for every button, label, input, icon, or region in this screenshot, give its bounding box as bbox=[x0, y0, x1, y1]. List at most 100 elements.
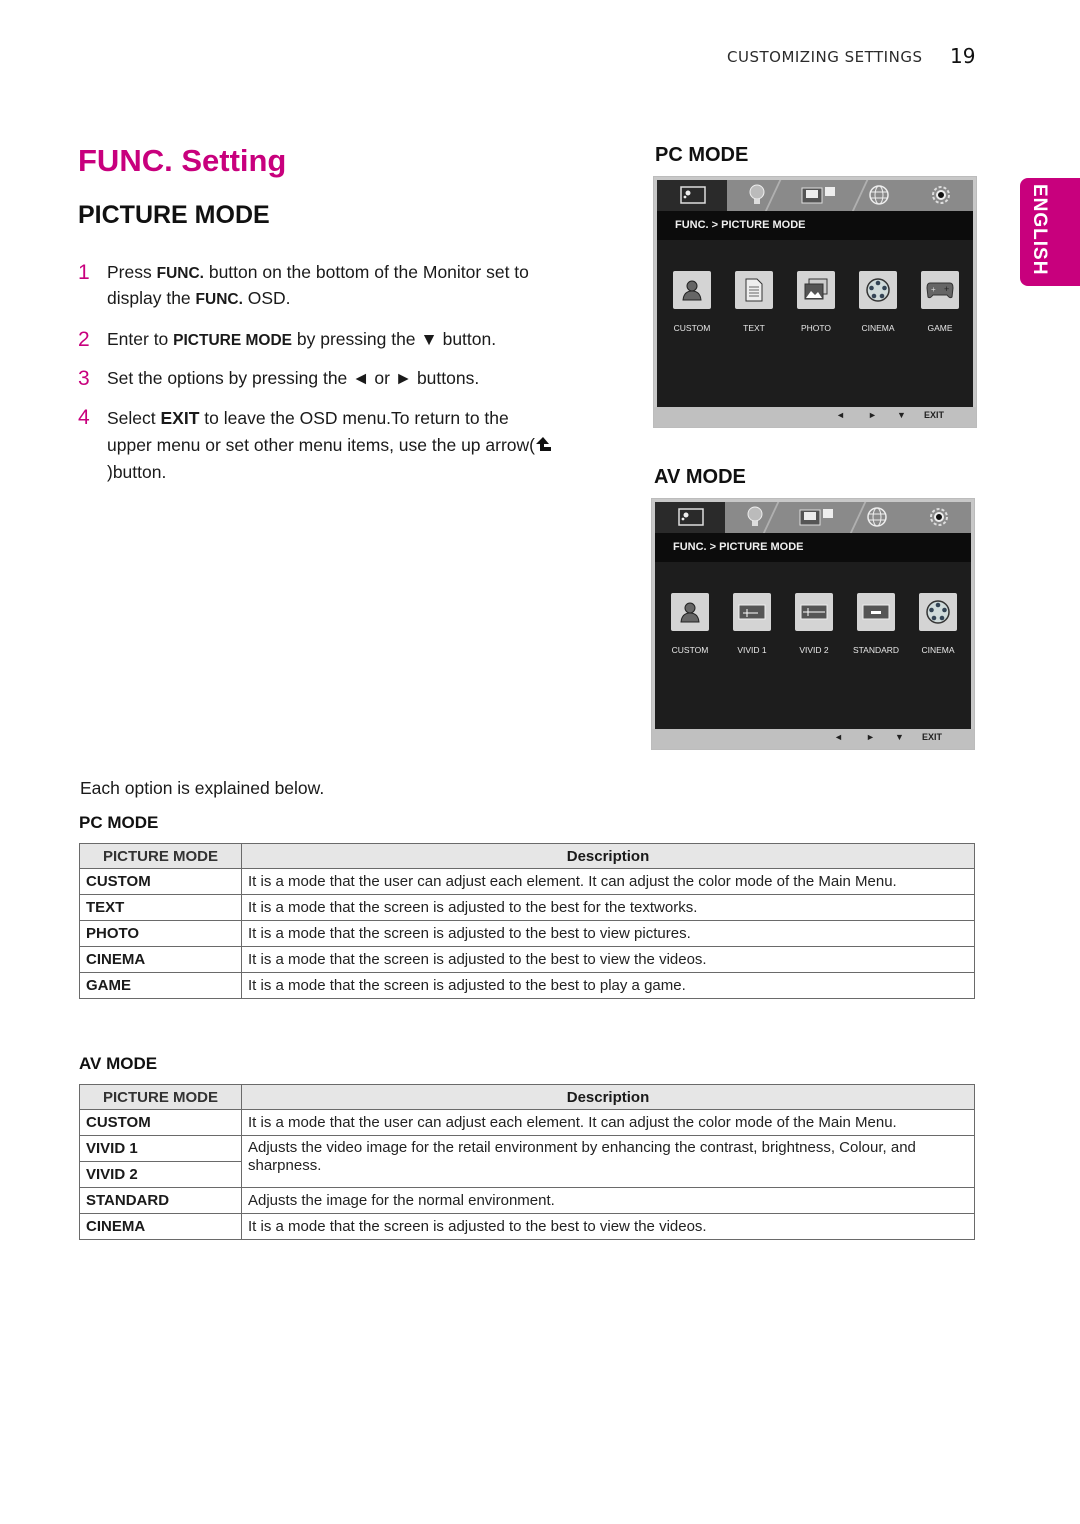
osd-item-label: VIVID 2 bbox=[799, 645, 829, 655]
table-row: GAME It is a mode that the screen is adju… bbox=[79, 972, 975, 999]
standard-icon[interactable] bbox=[857, 593, 895, 631]
mode-description: It is a mode that the user can adjust ea… bbox=[241, 1109, 975, 1136]
osd-nav-bar: ◄ ► ▼ EXIT bbox=[654, 407, 976, 427]
left-arrow-icon[interactable]: ◄ bbox=[836, 410, 845, 420]
step-number: 1 bbox=[78, 261, 90, 284]
mode-description: It is a mode that the user can adjust ea… bbox=[241, 868, 975, 895]
person-icon[interactable] bbox=[673, 271, 711, 309]
table-row: VIVID 1 Adjusts the video image for the r… bbox=[79, 1135, 975, 1188]
photo-icon[interactable] bbox=[797, 271, 835, 309]
down-arrow-icon[interactable]: ▼ bbox=[897, 410, 906, 420]
exit-button[interactable]: EXIT bbox=[924, 410, 944, 420]
language-tab-label: ENGLISH bbox=[1029, 184, 1050, 276]
table-row: CINEMA It is a mode that the screen is ad… bbox=[79, 946, 975, 973]
column-header: Description bbox=[241, 843, 975, 869]
svg-text:+: + bbox=[944, 284, 949, 294]
step-text: OSD. bbox=[242, 288, 291, 308]
step-keyword: FUNC. bbox=[195, 291, 243, 308]
step-number: 4 bbox=[78, 406, 90, 429]
left-arrow-icon[interactable]: ◄ bbox=[834, 732, 843, 742]
right-arrow-icon[interactable]: ► bbox=[866, 732, 875, 742]
explain-text: Each option is explained below. bbox=[80, 778, 325, 798]
osd-screenshot-pc: FUNC. > PICTURE MODE + + CUSTOM TEXT PHOT… bbox=[653, 176, 977, 428]
osd-item-label: CUSTOM bbox=[673, 323, 711, 333]
mode-name: VIVID 2 bbox=[79, 1161, 242, 1188]
mode-name: GAME bbox=[79, 972, 242, 999]
osd-screenshot-av: FUNC. > PICTURE MODE CUSTOM VIVID 1 VIVI… bbox=[651, 498, 975, 750]
av-mode-table: PICTURE MODE Description CUSTOM It is a m… bbox=[79, 1084, 975, 1240]
osd-item-label: CINEMA bbox=[921, 645, 955, 655]
osd-breadcrumb: FUNC. > PICTURE MODE bbox=[655, 533, 971, 562]
table-row: CUSTOM It is a mode that the user can adj… bbox=[79, 1109, 975, 1136]
step-1: 1 Press FUNC. button on the bottom of th… bbox=[78, 260, 558, 312]
mode-description: Adjusts the video image for the retail e… bbox=[241, 1135, 975, 1188]
mode-name: CUSTOM bbox=[79, 1109, 242, 1136]
osd-breadcrumb: FUNC. > PICTURE MODE bbox=[657, 211, 973, 240]
table-row: STANDARD Adjusts the image for the normal… bbox=[79, 1187, 975, 1214]
page-number: 19 bbox=[950, 44, 976, 68]
up-arrow-icon bbox=[536, 437, 551, 451]
pc-mode-label: PC MODE bbox=[655, 144, 749, 166]
mode-name: CUSTOM bbox=[79, 868, 242, 895]
globe-icon bbox=[865, 184, 893, 206]
osd-tab-bar bbox=[655, 502, 971, 533]
exit-button[interactable]: EXIT bbox=[922, 732, 942, 742]
vivid1-icon[interactable] bbox=[733, 593, 771, 631]
page-title: FUNC. Setting bbox=[78, 143, 287, 178]
table-header-row: PICTURE MODE Description bbox=[79, 1084, 975, 1110]
right-arrow-icon[interactable]: ► bbox=[868, 410, 877, 420]
step-text: Set the options by pressing the ◄ or ► b… bbox=[107, 368, 480, 388]
step-text: Press bbox=[107, 262, 157, 282]
film-reel-icon[interactable] bbox=[919, 593, 957, 631]
mode-description: It is a mode that the screen is adjusted… bbox=[241, 894, 975, 921]
gamepad-icon[interactable]: + + bbox=[921, 271, 959, 309]
step-text: Select bbox=[107, 408, 161, 428]
osd-item-label: CUSTOM bbox=[671, 645, 709, 655]
down-arrow-icon[interactable]: ▼ bbox=[895, 732, 904, 742]
lightbulb-icon bbox=[741, 506, 769, 528]
mode-description: It is a mode that the screen is adjusted… bbox=[241, 920, 975, 947]
picture-tab-icon bbox=[679, 184, 707, 206]
picture-tab-icon bbox=[677, 506, 705, 528]
av-mode-table-label: AV MODE bbox=[79, 1054, 158, 1073]
pc-mode-table-label: PC MODE bbox=[79, 813, 159, 832]
av-mode-label: AV MODE bbox=[654, 466, 746, 488]
running-header: CUSTOMIZING SETTINGS bbox=[727, 48, 923, 66]
pip-icon bbox=[799, 184, 839, 206]
mode-name: STANDARD bbox=[79, 1187, 242, 1214]
person-icon[interactable] bbox=[671, 593, 709, 631]
step-text: )button. bbox=[107, 462, 167, 482]
column-header: PICTURE MODE bbox=[79, 1084, 242, 1110]
mode-name: CINEMA bbox=[79, 1213, 242, 1240]
mode-name: TEXT bbox=[79, 894, 242, 921]
osd-nav-bar: ◄ ► ▼ EXIT bbox=[652, 729, 974, 749]
column-header: PICTURE MODE bbox=[79, 843, 242, 869]
column-header: Description bbox=[241, 1084, 975, 1110]
section-title: PICTURE MODE bbox=[78, 201, 270, 229]
osd-item-label: STANDARD bbox=[852, 645, 900, 655]
lightbulb-icon bbox=[743, 184, 771, 206]
step-keyword: PICTURE MODE bbox=[173, 332, 292, 349]
mode-name: VIVID 1 bbox=[79, 1135, 242, 1162]
table-row: CINEMA It is a mode that the screen is ad… bbox=[79, 1213, 975, 1240]
pc-mode-table: PICTURE MODE Description CUSTOM It is a m… bbox=[79, 843, 975, 999]
film-reel-icon[interactable] bbox=[859, 271, 897, 309]
step-number: 2 bbox=[78, 328, 90, 351]
settings-gear-icon bbox=[927, 184, 955, 206]
document-icon[interactable] bbox=[735, 271, 773, 309]
mode-description: It is a mode that the screen is adjusted… bbox=[241, 946, 975, 973]
mode-description: It is a mode that the screen is adjusted… bbox=[241, 1213, 975, 1240]
vivid2-icon[interactable] bbox=[795, 593, 833, 631]
table-row: CUSTOM It is a mode that the user can adj… bbox=[79, 868, 975, 895]
language-tab: ENGLISH bbox=[1020, 178, 1080, 286]
step-keyword: EXIT bbox=[160, 408, 200, 428]
osd-item-label: CINEMA bbox=[861, 323, 895, 333]
osd-item-label: PHOTO bbox=[800, 323, 832, 333]
globe-icon bbox=[863, 506, 891, 528]
mode-name: PHOTO bbox=[79, 920, 242, 947]
step-number: 3 bbox=[78, 367, 90, 390]
settings-gear-icon bbox=[925, 506, 953, 528]
table-row: PHOTO It is a mode that the screen is adj… bbox=[79, 920, 975, 947]
mode-description: Adjusts the image for the normal environ… bbox=[241, 1187, 975, 1214]
table-header-row: PICTURE MODE Description bbox=[79, 843, 975, 869]
